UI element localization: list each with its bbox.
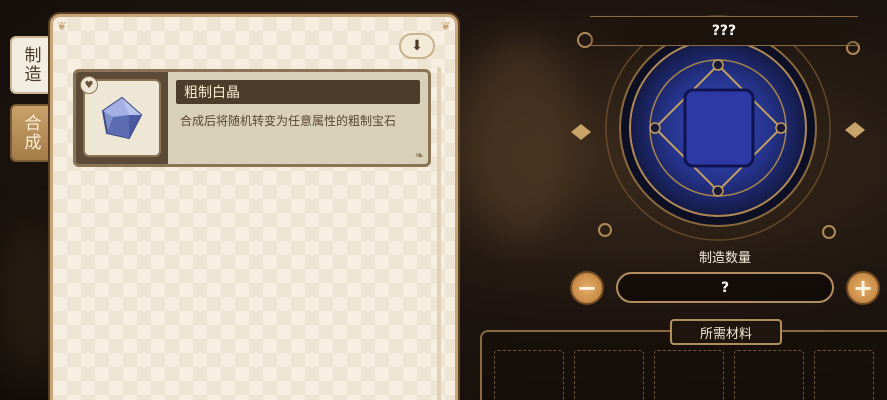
material-slot[interactable] (494, 350, 564, 400)
corner-ornament-icon: ❧ (414, 149, 424, 162)
corner-ornament-icon: ❦ (57, 19, 68, 33)
heart-icon[interactable]: ♥ (80, 76, 98, 94)
arrow-down-icon: ⬇ (411, 38, 423, 54)
materials-title: 所需材料 (670, 319, 782, 345)
tab-synthesize[interactable]: 合成 (10, 104, 50, 162)
recipe-card[interactable]: ♥ 粗制白晶 合成后将随机转变为任意属性的粗制宝石 ❧ (73, 69, 431, 167)
material-slot[interactable] (814, 350, 874, 400)
material-slot[interactable] (734, 350, 804, 400)
material-slot[interactable] (654, 350, 724, 400)
scrollbar[interactable] (437, 67, 441, 400)
quantity-label: 制造数量 (698, 251, 751, 266)
quantity-field[interactable]: ? (616, 272, 834, 303)
sort-button[interactable]: ⬇ (399, 33, 435, 59)
corner-ornament-icon: ❦ (440, 19, 451, 33)
magic-circle (553, 10, 873, 260)
white-crystal-icon (101, 96, 143, 140)
result-title: ??? (590, 16, 858, 46)
recipe-description: 合成后将随机转变为任意属性的粗制宝石 (180, 114, 397, 128)
increase-quantity-button[interactable]: + (846, 271, 880, 305)
decrease-quantity-button[interactable]: − (570, 271, 604, 305)
material-slot[interactable] (574, 350, 644, 400)
recipe-list-panel: ❦ ❦ ⬇ ♥ 粗制白晶 合成后将随机转变为任意属性的粗制宝石 ❧ (50, 14, 458, 400)
recipe-card-body: 粗制白晶 合成后将随机转变为任意属性的粗制宝石 ❧ (168, 72, 428, 164)
recipe-name: 粗制白晶 (176, 80, 420, 104)
tab-craft[interactable]: 制造 (10, 36, 50, 94)
item-slot: ♥ (76, 72, 168, 164)
